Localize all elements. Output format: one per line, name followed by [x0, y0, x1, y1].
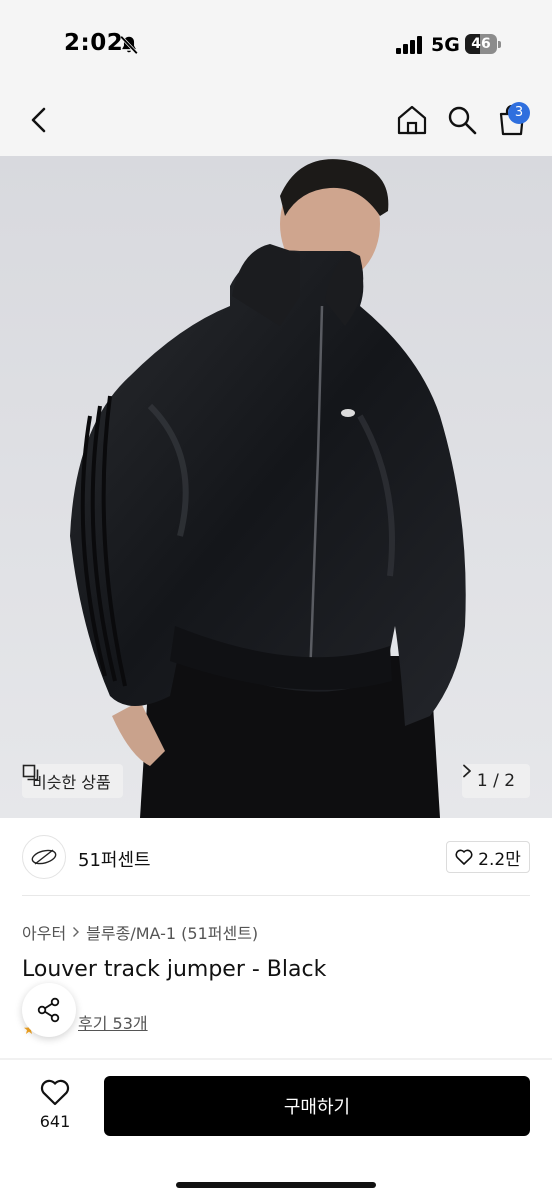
- brand-logo-icon: [31, 849, 57, 865]
- network-label: 5G: [431, 34, 460, 56]
- brand-like-count: 2.2만: [478, 849, 521, 870]
- share-icon: [37, 997, 60, 1023]
- status-bar: 2:02 5G 46: [0, 0, 552, 88]
- heart-icon: [40, 1079, 70, 1106]
- brand-logo[interactable]: [22, 835, 66, 879]
- buy-button-label: 구매하기: [283, 1097, 351, 1118]
- chevron-right-icon: [463, 764, 471, 778]
- wishlist-count: 641: [39, 1112, 71, 1131]
- battery-level-text: 46: [471, 36, 491, 52]
- jacket-model-illustration: [0, 156, 552, 818]
- bell-slash-icon: [120, 35, 138, 55]
- nav-bar: 3: [0, 88, 552, 156]
- bottom-action-bar: 641 구매하기: [0, 1060, 552, 1200]
- status-time: 2:02: [64, 30, 124, 56]
- chevron-right-icon: [73, 927, 80, 937]
- divider: [22, 895, 530, 896]
- search-icon[interactable]: [444, 102, 480, 138]
- similar-items-icon: [22, 764, 39, 781]
- image-page-counter[interactable]: 1 / 2: [462, 764, 530, 798]
- breadcrumb-item-outer[interactable]: 아우터: [22, 920, 66, 944]
- brand-row: 51퍼센트 2.2만: [0, 818, 552, 896]
- home-icon[interactable]: [394, 102, 430, 138]
- brand-like-button[interactable]: 2.2만: [446, 841, 530, 873]
- product-image[interactable]: 비슷한 상품 1 / 2: [0, 156, 552, 818]
- buy-button[interactable]: 구매하기: [104, 1076, 530, 1136]
- brand-name[interactable]: 51퍼센트: [78, 846, 151, 872]
- share-button[interactable]: [22, 983, 76, 1037]
- battery-icon: 46: [465, 34, 501, 54]
- page-counter-label: 1 / 2: [476, 771, 516, 791]
- product-title: Louver track jumper - Black: [22, 957, 327, 982]
- wishlist-button[interactable]: 641: [22, 1078, 88, 1138]
- reviews-link[interactable]: 후기 53개: [78, 1010, 148, 1034]
- similar-products-label: 비슷한 상품: [32, 773, 111, 792]
- similar-products-button[interactable]: 비슷한 상품: [22, 764, 123, 798]
- breadcrumb-item-blouson[interactable]: 블루종/MA-1 (51퍼센트): [86, 920, 258, 944]
- home-indicator[interactable]: [176, 1182, 376, 1188]
- cart-count-badge: 3: [508, 102, 530, 124]
- heart-outline-icon: [455, 849, 473, 865]
- breadcrumb: 아우터 블루종/MA-1 (51퍼센트): [22, 920, 258, 944]
- signal-icon: [396, 36, 422, 54]
- back-icon[interactable]: [22, 102, 58, 138]
